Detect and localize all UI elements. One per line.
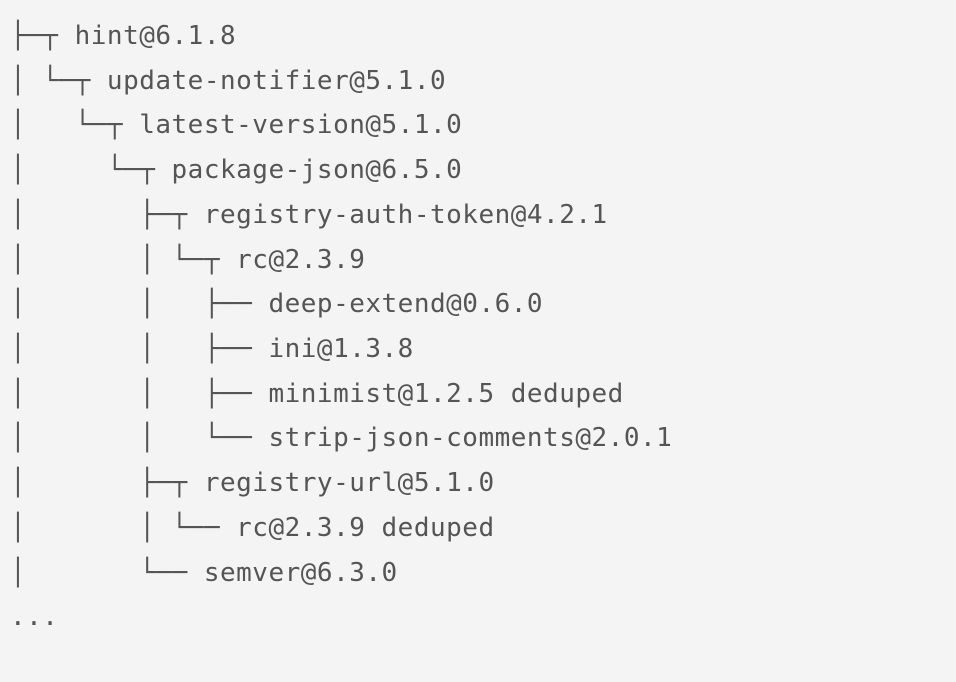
tree-line: │ │ ├── ini@1.3.8 <box>10 334 414 364</box>
tree-line: │ └─┬ package-json@6.5.0 <box>10 155 462 185</box>
tree-line: │ │ └─┬ rc@2.3.9 <box>10 245 365 275</box>
tree-line: │ ├─┬ registry-auth-token@4.2.1 <box>10 200 608 230</box>
tree-ellipsis: ... <box>10 602 58 632</box>
tree-line: │ │ └── rc@2.3.9 deduped <box>10 513 495 543</box>
tree-line: │ └── semver@6.3.0 <box>10 558 398 588</box>
tree-line: │ │ ├── minimist@1.2.5 deduped <box>10 379 624 409</box>
tree-line: ├─┬ hint@6.1.8 <box>10 21 236 51</box>
dependency-tree: ├─┬ hint@6.1.8 │ └─┬ update-notifier@5.1… <box>0 0 956 654</box>
tree-line: │ │ ├── deep-extend@0.6.0 <box>10 289 543 319</box>
tree-line: │ └─┬ latest-version@5.1.0 <box>10 110 462 140</box>
tree-line: │ │ └── strip-json-comments@2.0.1 <box>10 423 672 453</box>
tree-line: │ └─┬ update-notifier@5.1.0 <box>10 66 446 96</box>
tree-line: │ ├─┬ registry-url@5.1.0 <box>10 468 495 498</box>
